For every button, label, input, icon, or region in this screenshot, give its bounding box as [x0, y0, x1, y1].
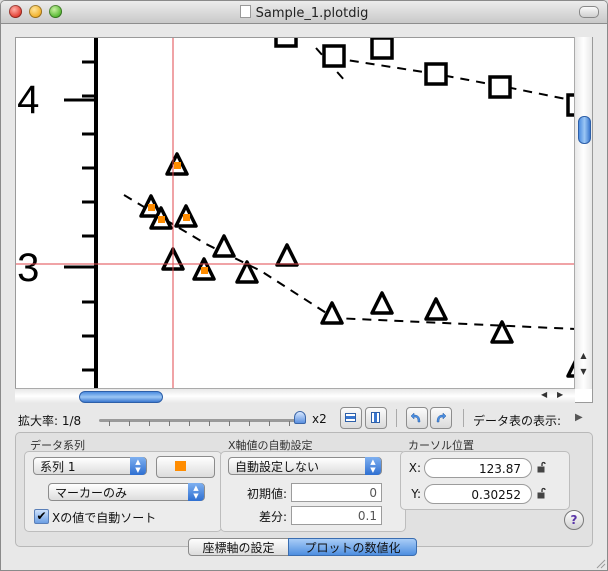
zoom-toolbar: 拡大率: 1/8 x2 データ表の表示: ▶	[15, 407, 595, 431]
auto-sort-checkbox[interactable]: ✔	[34, 509, 49, 524]
difference-label: 差分:	[258, 510, 287, 524]
horizontal-scroll-thumb[interactable]	[79, 391, 163, 403]
x-auto-mode-value: 自動設定しない	[235, 460, 320, 474]
triangle-markers	[139, 152, 590, 378]
auto-sort-label: Xの値で自動ソート	[52, 511, 157, 525]
data-table-disclosure-triangle[interactable]: ▶	[575, 412, 583, 423]
y-tick-label-04: .4	[16, 78, 39, 122]
x-auto-mode-popup[interactable]: 自動設定しない ▲ ▼	[228, 457, 382, 475]
vertical-scroll-thumb[interactable]	[578, 116, 591, 144]
unlock-y-icon[interactable]	[537, 487, 547, 499]
redo-button[interactable]	[430, 407, 452, 429]
window-title: Sample_1.plotdig	[1, 5, 607, 21]
fit-width-icon	[345, 413, 356, 422]
plot-y-ticks	[64, 60, 96, 372]
scroll-left-arrow[interactable]: ◀	[541, 390, 547, 399]
toolbar-toggle-button[interactable]	[579, 6, 599, 18]
zoom-slider[interactable]	[99, 419, 305, 426]
zoom-max-label: x2	[312, 412, 327, 426]
popup-arrows-icon: ▲ ▼	[365, 457, 381, 475]
cursor-x-field[interactable]: 123.87	[424, 458, 532, 478]
toolbar-separator	[463, 409, 464, 427]
data-table-label: データ表の表示:	[473, 414, 562, 428]
cursor-x-label: X:	[408, 461, 421, 475]
undo-button[interactable]	[406, 407, 428, 429]
plot-vertical-scrollbar[interactable]: ▲ ▼	[574, 37, 592, 389]
resize-grip-icon[interactable]	[594, 557, 606, 569]
settings-panel: データ系列 系列 1 ▲ ▼ マーカーのみ ▲ ▼ ✔ Xの値で自動ソート X軸値の…	[15, 432, 593, 547]
cursor-position-group: X: 123.87 Y: 0.30252	[400, 451, 570, 510]
undo-arrow-icon	[411, 412, 421, 423]
initial-value-label: 初期値:	[246, 487, 287, 501]
document-icon	[239, 5, 251, 18]
fit-width-button[interactable]	[340, 407, 362, 429]
digitize-plot-tab[interactable]: プロットの数値化	[288, 538, 417, 556]
plot-style-popup-value: マーカーのみ	[55, 486, 128, 500]
scroll-down-arrow[interactable]: ▼	[578, 367, 589, 376]
title-bar: Sample_1.plotdig	[1, 1, 607, 24]
fit-height-icon	[371, 412, 380, 423]
zoom-label: 拡大率: 1/8	[18, 414, 82, 428]
popup-arrows-icon: ▲ ▼	[130, 457, 146, 475]
difference-field[interactable]: 0.1	[291, 506, 382, 525]
initial-value-field[interactable]: 0	[291, 483, 382, 502]
fit-height-button[interactable]	[365, 407, 387, 429]
plot-image: .4 .3	[16, 38, 592, 402]
help-button[interactable]: ?	[564, 510, 584, 530]
square-markers	[274, 38, 590, 117]
popup-arrows-icon: ▲ ▼	[188, 483, 204, 501]
cursor-y-label: Y:	[411, 487, 421, 501]
x-auto-group: 自動設定しない ▲ ▼ 初期値: 0 差分: 0.1	[220, 451, 406, 532]
plot-image-view[interactable]: .4 .3	[15, 37, 593, 403]
square-series-trend-b	[333, 57, 577, 102]
plot-horizontal-scrollbar[interactable]: ◀ ▶	[15, 388, 575, 403]
marker-color-well[interactable]	[156, 456, 215, 478]
axis-setup-tab[interactable]: 座標軸の設定	[188, 538, 289, 556]
unlock-x-icon[interactable]	[537, 461, 547, 473]
redo-arrow-icon	[436, 412, 446, 423]
marker-color-swatch	[175, 461, 186, 471]
series-popup-value: 系列 1	[40, 460, 76, 474]
plot-style-popup[interactable]: マーカーのみ ▲ ▼	[48, 483, 205, 501]
data-series-group: 系列 1 ▲ ▼ マーカーのみ ▲ ▼ ✔ Xの値で自動ソート	[24, 451, 222, 532]
scroll-right-arrow[interactable]: ▶	[557, 390, 563, 399]
zoom-slider-knob[interactable]	[294, 411, 306, 424]
scroll-up-arrow[interactable]: ▲	[578, 351, 589, 360]
series-popup[interactable]: 系列 1 ▲ ▼	[33, 457, 147, 475]
y-tick-label-03: .3	[16, 246, 39, 290]
cursor-y-field[interactable]: 0.30252	[424, 484, 532, 504]
window-title-text: Sample_1.plotdig	[255, 6, 369, 21]
toolbar-separator	[396, 409, 397, 427]
